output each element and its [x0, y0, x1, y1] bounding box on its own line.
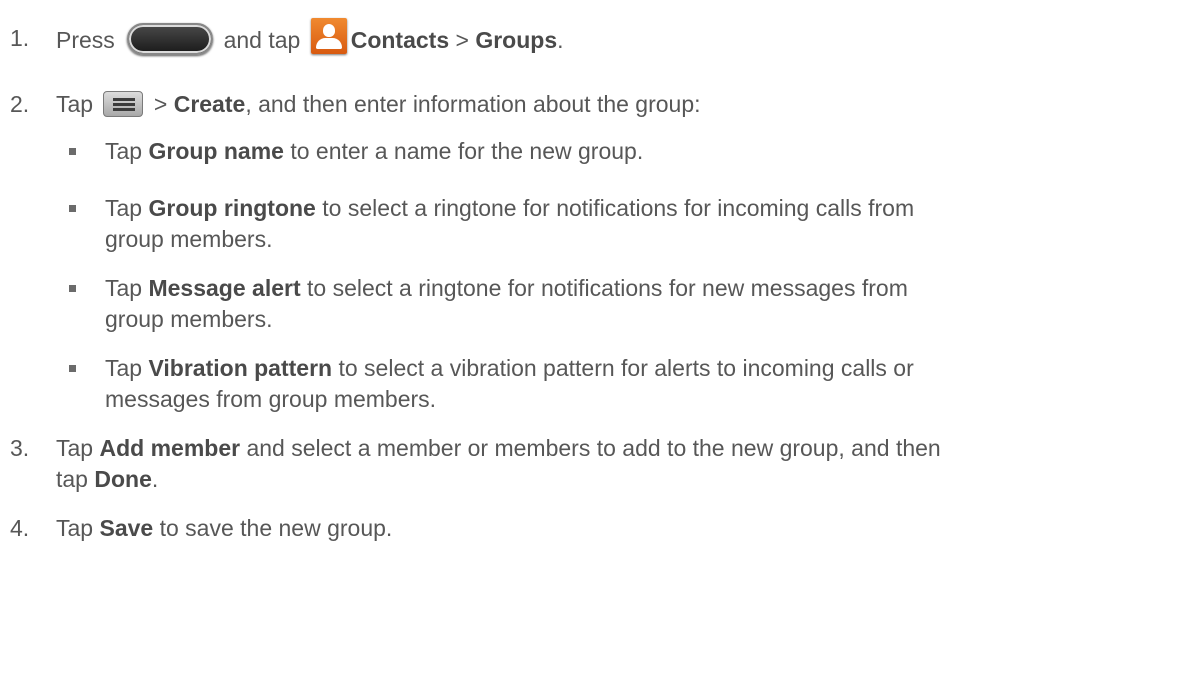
groups-label: Groups	[475, 27, 558, 54]
bullet-icon	[69, 205, 76, 212]
done-label: Done	[94, 466, 152, 492]
vibration-pattern-label: Vibration pattern	[148, 355, 333, 381]
substep-text: Tap Vibration pattern to select a vibrat…	[105, 354, 914, 382]
step-text-segment: Press	[56, 27, 122, 54]
group-name-label: Group name	[148, 138, 284, 164]
step-text-segment: tap	[56, 466, 95, 492]
step-text-segment: Tap	[56, 435, 100, 461]
step-text: Press and tap Contacts > Groups.	[56, 18, 564, 60]
substep-text-continuation: group members.	[105, 226, 273, 252]
message-alert-label: Message alert	[148, 275, 301, 301]
substep-text-segment: to select a ringtone for notifications f…	[315, 195, 915, 221]
substep-text-segment: to enter a name for the new group.	[283, 138, 644, 164]
create-label: Create	[173, 91, 246, 117]
substep-text-segment: Tap	[105, 355, 149, 381]
substep-text: Tap Message alert to select a ringtone f…	[105, 274, 908, 302]
bullet-icon	[69, 285, 76, 292]
step-text: Tap Save to save the new group.	[56, 514, 392, 542]
step-text-segment: , and then enter information about the g…	[245, 91, 701, 117]
step-number: 3.	[10, 435, 30, 461]
substep-text-continuation: messages from group members.	[105, 386, 437, 412]
substep-text-segment: to select a vibration pattern for alerts…	[332, 355, 914, 381]
bullet-icon	[69, 148, 76, 155]
menu-key-icon	[103, 90, 144, 117]
step-text-segment: and tap	[217, 27, 307, 54]
substep-text-segment: Tap	[105, 195, 149, 221]
step-text-segment: Tap	[56, 91, 100, 117]
group-ringtone-label: Group ringtone	[148, 195, 316, 221]
instruction-document: 1. Press and tap Contacts > Groups. 2. T…	[0, 0, 1199, 675]
save-label: Save	[99, 515, 154, 541]
step-text-segment: >	[147, 91, 174, 117]
step-text-segment: Tap	[56, 515, 100, 541]
step-text-continuation: tap Done.	[56, 465, 158, 493]
substep-text-segment: Tap	[105, 138, 149, 164]
step-text: Tap > Create, and then enter information…	[56, 90, 701, 119]
step-number: 4.	[10, 515, 30, 541]
add-member-label: Add member	[99, 435, 241, 461]
step-number: 1.	[10, 25, 30, 51]
substep-text-segment: Tap	[105, 275, 149, 301]
substep-text-segment: to select a ringtone for notifications f…	[300, 275, 908, 301]
step-text-segment: to save the new group.	[153, 515, 393, 541]
step-number: 2.	[10, 91, 30, 117]
contacts-icon	[310, 18, 347, 54]
substep-text: Tap Group ringtone to select a ringtone …	[105, 194, 914, 222]
step-text-segment: >	[449, 27, 476, 54]
substep-text-continuation: group members.	[105, 306, 273, 332]
step-text-segment: .	[557, 27, 564, 54]
home-key-icon	[127, 23, 214, 55]
step-text-segment: and select a member or members to add to…	[240, 435, 941, 461]
step-text: Tap Add member and select a member or me…	[56, 434, 941, 462]
substep-text: Tap Group name to enter a name for the n…	[105, 137, 643, 165]
step-text-segment: .	[151, 466, 159, 492]
contacts-label: Contacts	[350, 27, 450, 54]
bullet-icon	[69, 365, 76, 372]
